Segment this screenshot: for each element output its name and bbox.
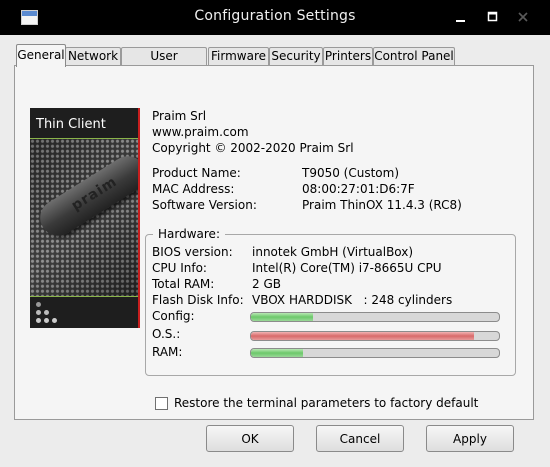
os-usage-bar — [250, 331, 500, 341]
tab-network[interactable]: Network — [65, 47, 121, 66]
bios-version-label: BIOS version: — [152, 245, 233, 259]
bios-version-value: innotek GmbH (VirtualBox) — [252, 245, 414, 259]
thin-client-brand-image: Thin Client praim — [30, 108, 140, 328]
ram-usage-bar — [250, 348, 500, 358]
os-usage-fill — [251, 332, 475, 340]
tab-printers[interactable]: Printers — [323, 47, 373, 66]
praim-dots-logo — [36, 302, 66, 326]
title-bar[interactable]: Configuration Settings — [0, 0, 550, 35]
maximize-icon[interactable] — [485, 9, 501, 25]
config-usage-bar — [250, 312, 500, 322]
mac-address-label: MAC Address: — [152, 182, 235, 196]
restore-defaults-checkbox[interactable] — [155, 397, 168, 410]
brand-title: Thin Client — [36, 117, 106, 132]
brand-divider-bottom — [30, 296, 138, 297]
config-usage-fill — [251, 313, 313, 321]
total-ram-value: 2 GB — [252, 277, 281, 291]
flash-disk-label: Flash Disk Info: — [152, 293, 244, 307]
product-name-value: T9050 (Custom) — [302, 166, 400, 180]
ok-button[interactable]: OK — [206, 425, 294, 452]
mac-address-value: 08:00:27:01:D6:7F — [302, 182, 415, 196]
apply-button[interactable]: Apply — [426, 425, 514, 452]
cpu-info-label: CPU Info: — [152, 261, 207, 275]
flash-disk-value: VBOX HARDDISK : 248 cylinders — [252, 293, 453, 307]
close-icon[interactable] — [515, 9, 531, 25]
hardware-groupbox-title: Hardware: — [153, 227, 225, 241]
tab-user-interface[interactable]: User Interface — [121, 47, 207, 80]
config-usage-label: Config: — [152, 309, 195, 323]
os-usage-label: O.S.: — [152, 327, 181, 341]
restore-defaults-label[interactable]: Restore the terminal parameters to facto… — [174, 396, 478, 410]
ram-usage-label: RAM: — [152, 345, 183, 359]
configuration-settings-window: Configuration Settings General Network U… — [0, 0, 550, 467]
tab-control-panel[interactable]: Control Panel — [373, 47, 455, 66]
software-version-value: Praim ThinOX 11.4.3 (RC8) — [302, 198, 462, 212]
product-name-label: Product Name: — [152, 166, 241, 180]
ram-usage-fill — [251, 349, 304, 357]
cpu-info-value: Intel(R) Core(TM) i7-8665U CPU — [252, 261, 442, 275]
tab-general[interactable]: General — [16, 44, 66, 67]
software-version-label: Software Version: — [152, 198, 257, 212]
total-ram-label: Total RAM: — [152, 277, 215, 291]
tab-strip: General Network User Interface Firmware … — [14, 44, 534, 80]
company-name: Praim Srl — [152, 109, 207, 123]
minimize-icon[interactable] — [453, 9, 469, 25]
copyright-text: Copyright © 2002-2020 Praim Srl — [152, 141, 354, 155]
cancel-button[interactable]: Cancel — [316, 425, 404, 452]
tab-firmware[interactable]: Firmware — [208, 47, 269, 66]
tab-security[interactable]: Security — [269, 47, 323, 66]
company-website: www.praim.com — [152, 125, 249, 139]
